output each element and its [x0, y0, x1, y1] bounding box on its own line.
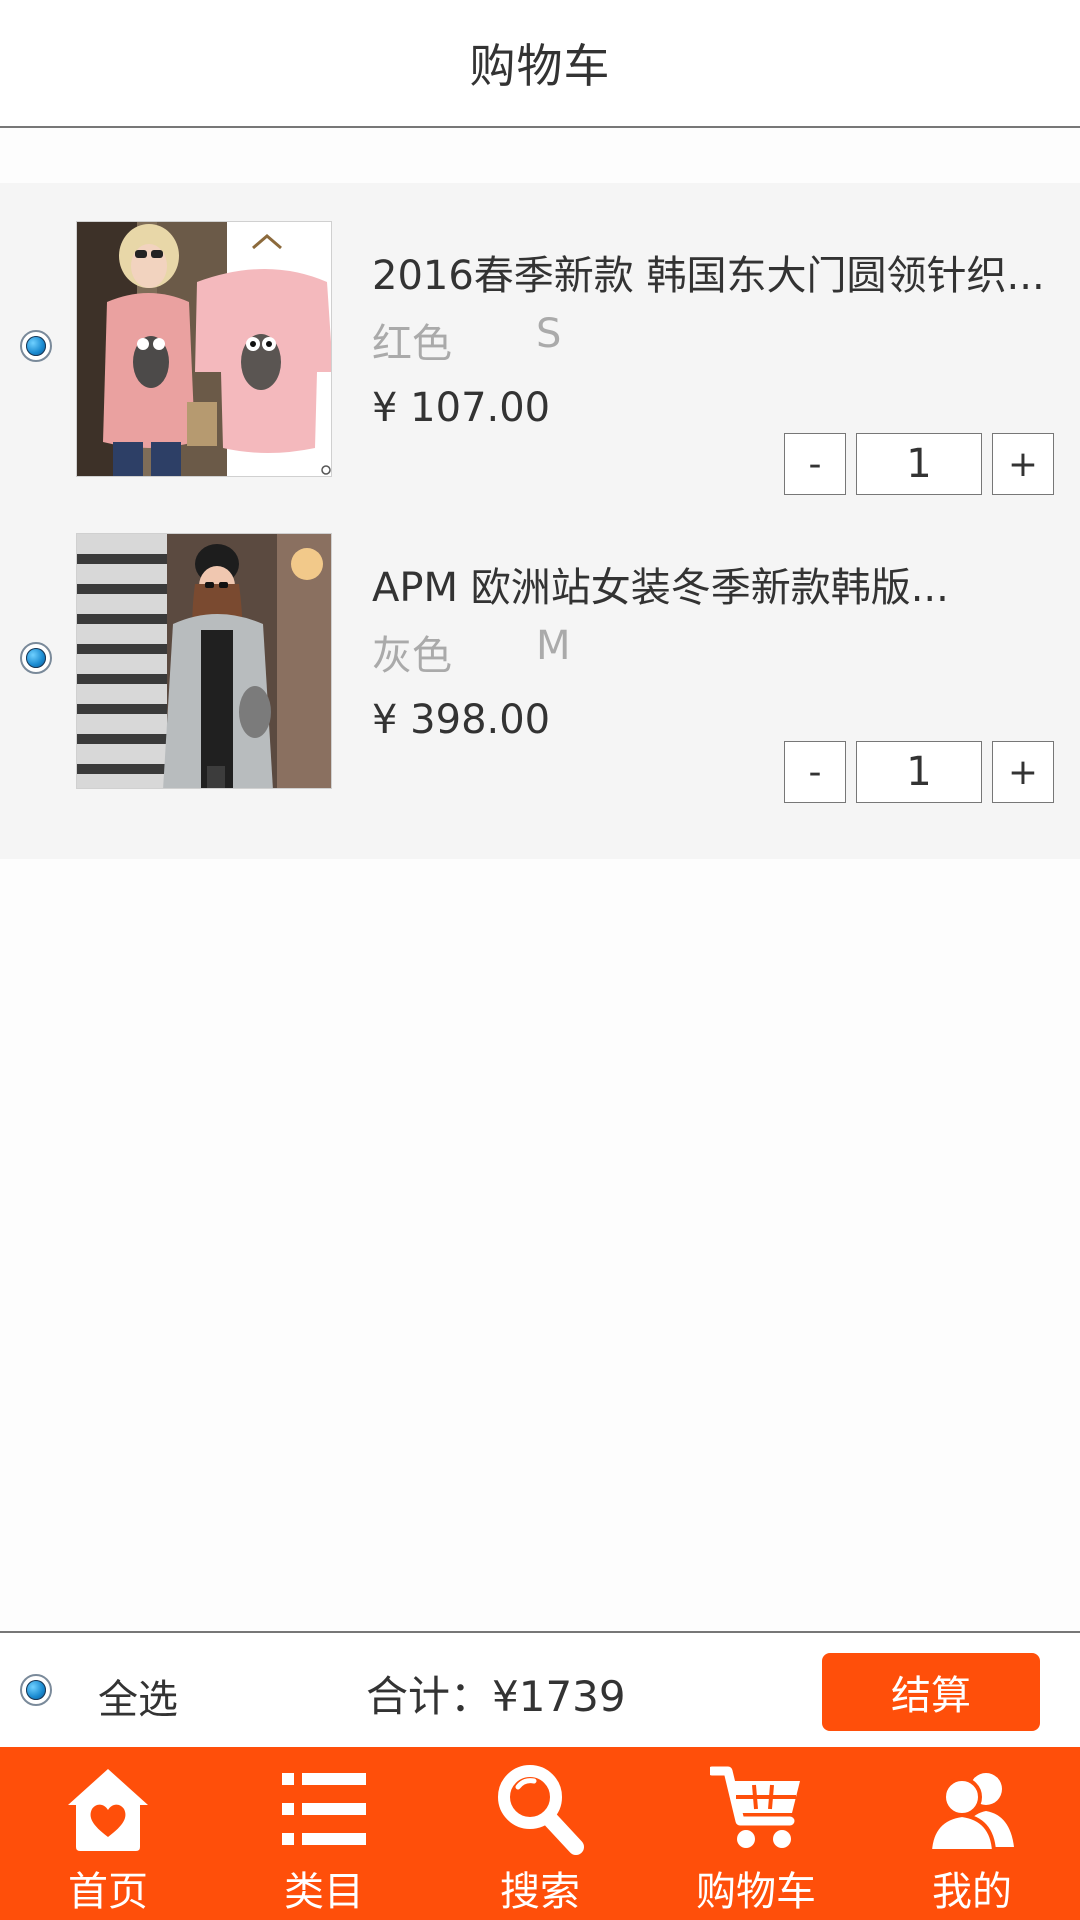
home-icon: [68, 1769, 148, 1851]
radio-dot: [26, 648, 46, 668]
nav-item-search[interactable]: 搜索: [432, 1747, 648, 1920]
nav-label: 类目: [284, 1869, 364, 1915]
radio-dot: [26, 1680, 46, 1700]
cart-total: 合计：¥1739: [366, 1663, 626, 1724]
product-color: 灰色: [372, 633, 452, 679]
cart-icon: [710, 1766, 800, 1848]
checkout-bar: 全选 合计：¥1739 结算: [0, 1631, 1080, 1749]
item-select-radio[interactable]: [20, 642, 52, 674]
select-all-radio[interactable]: [20, 1674, 52, 1706]
nav-label: 我的: [932, 1869, 1012, 1915]
product-color: 红色: [372, 321, 452, 367]
product-image[interactable]: [76, 533, 332, 789]
header: 购物车: [0, 0, 1080, 128]
nav-label: 购物车: [696, 1869, 816, 1915]
nav-item-category[interactable]: 类目: [216, 1747, 432, 1920]
list-icon: [282, 1773, 366, 1845]
nav-label: 首页: [68, 1869, 148, 1915]
radio-dot: [26, 336, 46, 356]
nav-item-cart[interactable]: 购物车: [648, 1747, 864, 1920]
nav-item-profile[interactable]: 我的: [864, 1747, 1080, 1920]
total-label: 合计：: [366, 1672, 493, 1721]
product-price: ¥ 107.00: [372, 385, 551, 431]
product-title[interactable]: APM 欧洲站女装冬季新款韩版...: [372, 555, 949, 613]
decrease-quantity-button[interactable]: -: [784, 741, 846, 803]
nav-item-home[interactable]: 首页: [0, 1747, 216, 1920]
decrease-quantity-button[interactable]: -: [784, 433, 846, 495]
cart-item: APM 欧洲站女装冬季新款韩版... 灰色 M ¥ 398.00 - 1 +: [0, 525, 1080, 825]
total-value: ¥1739: [492, 1672, 626, 1721]
product-price: ¥ 398.00: [372, 697, 551, 743]
product-size: S: [536, 311, 562, 357]
cart-item: 2016春季新款 韩国东大门圆领针织... 红色 S ¥ 107.00 - 1 …: [0, 213, 1080, 513]
product-title[interactable]: 2016春季新款 韩国东大门圆领针织...: [372, 243, 1045, 301]
select-all-label[interactable]: 全选: [98, 1667, 178, 1725]
product-attributes: 红色 S: [372, 311, 561, 369]
item-select-radio[interactable]: [20, 330, 52, 362]
user-icon: [927, 1773, 1014, 1853]
product-attributes: 灰色 M: [372, 623, 571, 681]
checkout-button[interactable]: 结算: [822, 1653, 1040, 1731]
cart-list: 2016春季新款 韩国东大门圆领针织... 红色 S ¥ 107.00 - 1 …: [0, 183, 1080, 859]
quantity-field[interactable]: 1: [856, 741, 982, 803]
page-title: 购物车: [469, 39, 611, 93]
bottom-nav: 首页 类目 搜索 购物车 我的: [0, 1747, 1080, 1920]
quantity-field[interactable]: 1: [856, 433, 982, 495]
increase-quantity-button[interactable]: +: [992, 741, 1054, 803]
product-size: M: [536, 623, 571, 669]
nav-label: 搜索: [500, 1869, 580, 1915]
search-icon: [498, 1765, 584, 1855]
increase-quantity-button[interactable]: +: [992, 433, 1054, 495]
product-image[interactable]: [76, 221, 332, 477]
